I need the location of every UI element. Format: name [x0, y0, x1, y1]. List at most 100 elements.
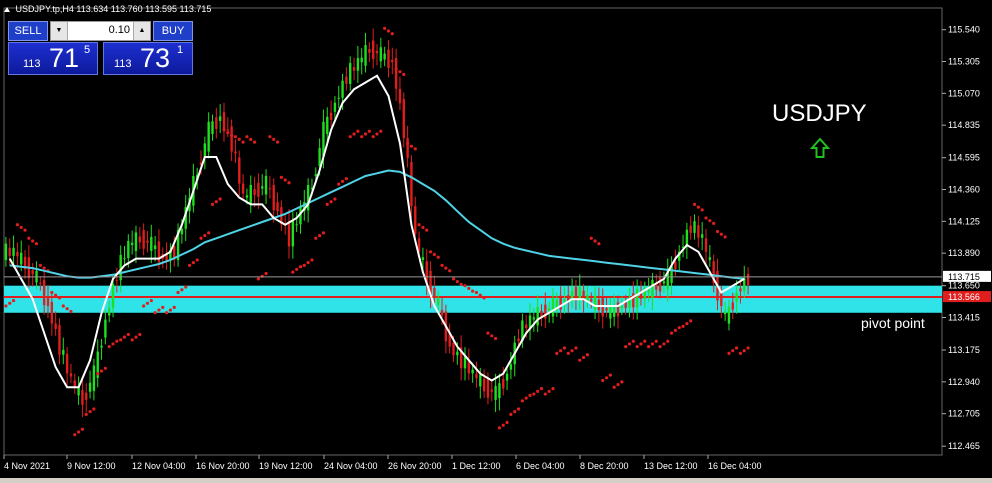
y-tick-label: 114.125: [948, 216, 980, 226]
sar-dot: [80, 427, 85, 431]
sar-dot: [547, 389, 551, 393]
candle-body: [8, 247, 11, 256]
sar-dot: [245, 135, 249, 139]
candle-body: [437, 297, 440, 306]
sar-dot: [390, 32, 394, 36]
sar-dot: [180, 288, 184, 292]
sar-dot: [654, 339, 658, 343]
sar-dot: [283, 178, 287, 182]
sar-dot: [241, 140, 245, 144]
x-tick-label: 1 Dec 12:00: [452, 461, 501, 471]
sar-dot: [54, 293, 58, 297]
candle-body: [245, 195, 249, 198]
sar-dot: [742, 349, 746, 353]
y-tick-label: 113.650: [948, 281, 980, 291]
candle-body: [65, 353, 69, 374]
candle-body: [226, 129, 229, 131]
candle-body: [291, 221, 295, 247]
sar-dot: [184, 285, 188, 289]
candle-body: [264, 175, 268, 195]
sar-dot: [524, 396, 528, 400]
sell-button[interactable]: SELL: [8, 21, 48, 41]
sar-dot: [631, 339, 635, 343]
sar-dot: [264, 271, 268, 276]
sar-dot: [505, 420, 509, 425]
sar-dot: [624, 345, 628, 349]
x-tick-label: 16 Nov 20:00: [196, 461, 250, 471]
candle-body: [272, 184, 275, 211]
candle-body: [746, 273, 750, 286]
candle-body: [349, 63, 352, 84]
candle-body: [605, 308, 608, 311]
chart-tabs-bar[interactable]: [0, 478, 992, 483]
sar-dot: [570, 349, 574, 353]
candle-body: [700, 234, 704, 238]
sell-price-box[interactable]: 113 71 5: [8, 42, 98, 75]
lot-increase-icon[interactable]: ▲: [133, 22, 150, 40]
lot-size-value[interactable]: 0.10: [109, 24, 130, 36]
sar-dot: [176, 290, 180, 295]
sar-dot: [555, 351, 559, 356]
candle-body: [502, 379, 505, 389]
candle-body: [597, 299, 601, 311]
sar-dot: [375, 132, 379, 136]
sar-dot: [673, 328, 678, 332]
sar-dot: [616, 382, 620, 387]
sar-dot: [42, 266, 46, 270]
candle-body: [479, 374, 482, 387]
sar-dot: [34, 242, 39, 246]
candle-body: [138, 236, 142, 243]
collapse-triangle-icon[interactable]: [4, 7, 10, 12]
sar-dot: [528, 393, 532, 397]
sar-dot: [256, 277, 261, 281]
sar-dot: [92, 407, 96, 411]
sar-dot: [459, 282, 463, 286]
sar-dot: [84, 412, 88, 416]
sar-dot: [471, 289, 475, 293]
sar-dot: [318, 233, 322, 238]
candle-body: [142, 230, 145, 249]
candle-body: [50, 301, 54, 324]
sar-dot: [207, 231, 211, 235]
ohlc-values: 113.634 113.760 113.595 113.715: [76, 4, 212, 14]
sar-dot: [516, 407, 521, 411]
candle-body: [88, 382, 92, 392]
candle-body: [257, 182, 260, 197]
sar-dot: [214, 200, 218, 204]
candle-body: [62, 349, 65, 355]
candle-body: [708, 257, 712, 260]
candle-body: [505, 373, 509, 381]
candle-body: [241, 183, 245, 194]
sar-dot: [681, 324, 685, 328]
sar-dot: [142, 304, 146, 308]
sar-dot: [432, 252, 436, 257]
sar-dot: [325, 202, 329, 207]
sar-dot: [386, 29, 391, 33]
sar-dot: [738, 351, 743, 356]
sar-dot: [237, 137, 241, 141]
buy-button[interactable]: BUY: [153, 21, 193, 41]
candle-body: [394, 58, 398, 89]
sar-dot: [712, 221, 716, 225]
y-tick-label: 114.595: [948, 153, 980, 163]
lot-size-field[interactable]: ▼ 0.10 ▲: [50, 21, 151, 41]
candle-body: [662, 281, 666, 284]
candle-body: [490, 389, 493, 392]
buy-price-box[interactable]: 113 73 1: [103, 42, 193, 75]
candle-body: [130, 242, 134, 246]
sar-dot: [482, 296, 486, 300]
candle-body: [517, 338, 520, 342]
candle-body: [689, 225, 692, 233]
sar-dot: [689, 319, 693, 323]
sar-dot: [731, 349, 735, 353]
candle-body: [360, 57, 363, 63]
sar-dot: [520, 399, 524, 403]
up-arrow-shape: [809, 137, 831, 158]
sar-dot: [589, 236, 593, 240]
lot-decrease-icon[interactable]: ▼: [51, 22, 68, 40]
sar-dot: [627, 342, 632, 346]
candle-body: [58, 324, 61, 355]
candle-body: [433, 287, 436, 297]
sar-dot: [455, 280, 459, 284]
candle-body: [238, 157, 241, 184]
